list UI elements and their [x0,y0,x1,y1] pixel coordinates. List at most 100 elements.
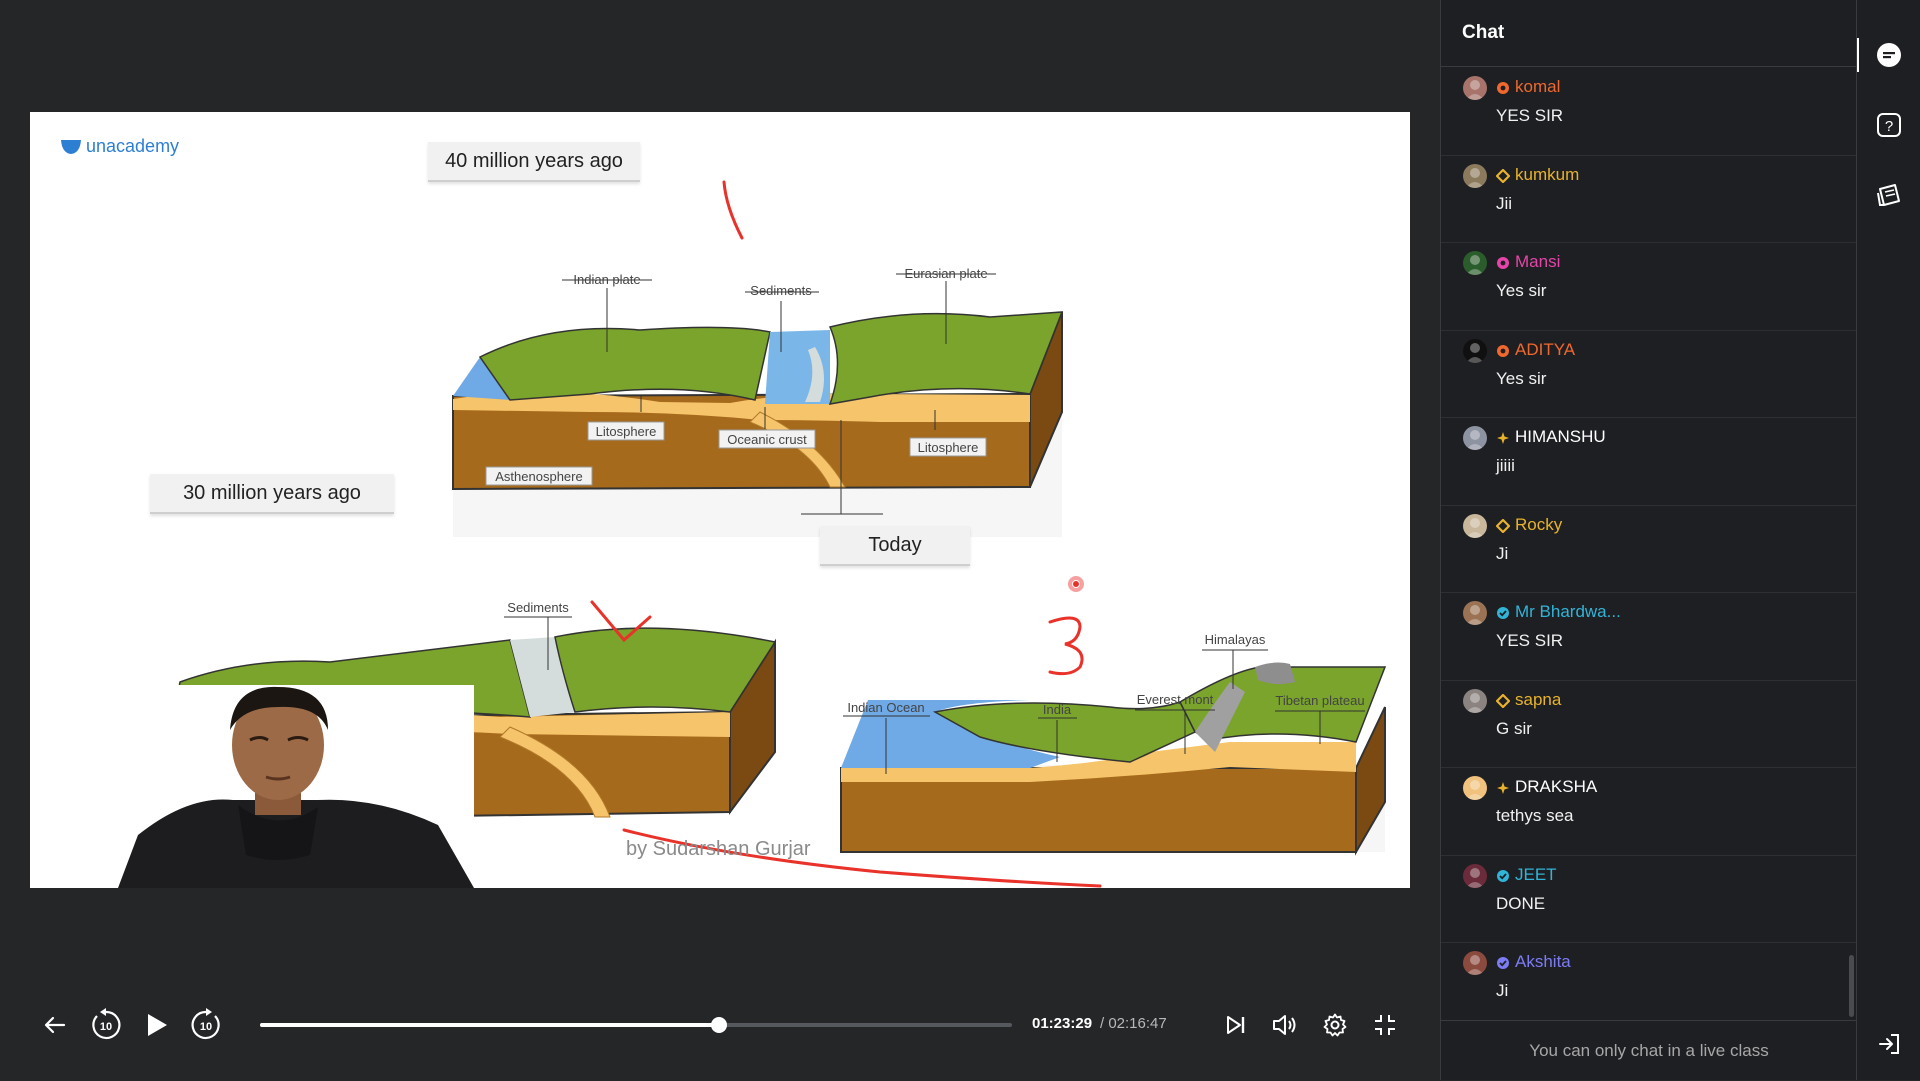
label-himalayas: Himalayas [1205,632,1266,647]
chat-message: Mr Bhardwa... YES SIR [1441,593,1857,681]
rewind-seconds: 10 [100,1021,112,1033]
chat-message-text: Ji [1496,981,1509,1000]
brand-name: unacademy [86,136,180,156]
chat-username-text: DRAKSHA [1515,777,1598,796]
chat-message: Akshita Ji [1441,943,1857,1018]
chat-username-text: Mr Bhardwa... [1515,602,1621,621]
avatar [1463,601,1487,625]
block-today [840,649,1387,856]
avatar [1463,338,1487,363]
label-sediments-30: Sediments [507,600,569,615]
chat-message: DRAKSHA tethys sea [1441,768,1857,856]
chat-message: kumkum Jii [1441,156,1857,243]
chat-message: Rocky Ji [1441,506,1857,593]
chat-username-text: Rocky [1515,514,1563,534]
label-oceanic-crust: Oceanic crust [727,432,807,447]
chat-username-text: HIMANSHU [1515,427,1606,446]
label-litosphere-right: Litosphere [918,440,979,455]
chat-message-text: Jii [1496,193,1513,213]
chat-disabled-notice: You can only chat in a live class [1441,1020,1857,1081]
badge-check-icon [1496,955,1510,969]
badge-diamond-icon [1495,517,1511,534]
question-icon: ? [1877,113,1901,137]
chat-scrollbar[interactable] [1849,955,1854,1017]
right-rail: ? [1856,0,1920,1080]
chat-username: Mr Bhardwa... [1496,602,1621,622]
badge-spark-icon [1496,430,1510,444]
chat-username-text: Mansi [1515,252,1561,271]
chat-message-text: Yes sir [1496,368,1547,388]
play-button[interactable] [140,1000,174,1050]
skip-next-icon [1227,1016,1245,1034]
chat-message: ADITYA Yes sir [1441,331,1857,418]
badge-check-icon [1496,868,1510,882]
exit-fullscreen-button[interactable] [1370,1000,1400,1050]
current-time: 01:23:29 [1032,1015,1093,1032]
rail-active-indicator [1857,38,1859,72]
forward-10-button[interactable]: 10 [186,1000,226,1050]
chat-message-text: tethys sea [1496,806,1574,825]
avatar [1463,863,1487,888]
chat-message: JEET DONE [1441,856,1857,943]
chat-message: HIMANSHU jiiii [1441,418,1857,506]
seek-bar-handle[interactable] [711,1017,728,1033]
label-india: India [1043,702,1072,717]
label-litosphere-left: Litosphere [596,424,657,439]
seek-bar-progress [260,1023,720,1027]
block-40-million [452,273,1064,537]
chat-message-text: G sir [1496,718,1532,738]
chat-message-list[interactable]: komal YES SIR kumkum Jii Mansi Yes sir ADITYA Y… [1441,68,1857,1018]
chat-message: Mansi Yes sir [1441,243,1857,331]
play-icon [148,1014,167,1036]
chat-username: DRAKSHA [1496,777,1597,797]
chat-username: JEET [1496,865,1557,885]
avatar [1463,426,1487,450]
video-area: Indian plate Sediments Eurasian plate Li… [0,0,1440,1080]
back-button[interactable] [38,1000,72,1050]
notes-icon [1877,184,1900,206]
forward-seconds: 10 [200,1021,212,1033]
chat-username-text: kumkum [1515,164,1580,184]
chat-username: sapna [1495,689,1562,710]
svg-text:?: ? [1885,118,1893,135]
chat-username: komal [1496,77,1560,97]
chat-username-text: Akshita [1515,952,1571,971]
rail-notes-button[interactable] [1873,179,1905,211]
chat-username-text: JEET [1515,864,1557,884]
unacademy-logo: unacademy [60,136,179,157]
volume-button[interactable] [1270,1000,1300,1050]
arrow-left-icon [44,1016,66,1034]
era-label-30-million: 30 million years ago [150,474,394,514]
chat-message-text: Ji [1496,543,1509,563]
rail-questions-button[interactable]: ? [1873,109,1905,141]
avatar [1463,76,1487,100]
seek-bar[interactable] [260,1017,1012,1033]
forward-10-icon: 10 [191,1008,220,1040]
chat-message-text: Yes sir [1496,281,1547,300]
avatar [1463,688,1487,713]
label-indian-ocean: Indian Ocean [847,700,924,715]
chat-username-text: sapna [1515,689,1562,709]
next-button[interactable] [1222,1000,1250,1050]
badge-spark-icon [1496,780,1510,794]
label-tibetan-plateau: Tibetan plateau [1275,693,1364,708]
label-eurasian-plate: Eurasian plate [904,266,987,281]
avatar [1463,163,1487,188]
instructor-video-frame [118,685,474,888]
rewind-10-button[interactable]: 10 [86,1000,126,1050]
player-controls: 10 10 01:23:29 / 02:16:47 [0,1000,1440,1050]
instructor-webcam [118,685,474,888]
avatar [1463,951,1487,975]
chat-username-text: komal [1515,77,1561,96]
chat-username: kumkum [1495,164,1580,185]
rail-chat-button[interactable] [1873,39,1905,71]
chat-panel: Chat komal YES SIR kumkum Jii Mansi Yes sir AD… [1440,0,1857,1080]
chat-username-text: ADITYA [1515,339,1576,359]
chat-username: HIMANSHU [1496,427,1606,447]
gear-icon [1323,1013,1347,1037]
rewind-10-icon: 10 [92,1008,121,1040]
volume-icon [1273,1015,1296,1035]
rail-exit-button[interactable] [1873,1028,1905,1060]
settings-button[interactable] [1320,1000,1350,1050]
chat-message: komal YES SIR [1441,68,1857,156]
